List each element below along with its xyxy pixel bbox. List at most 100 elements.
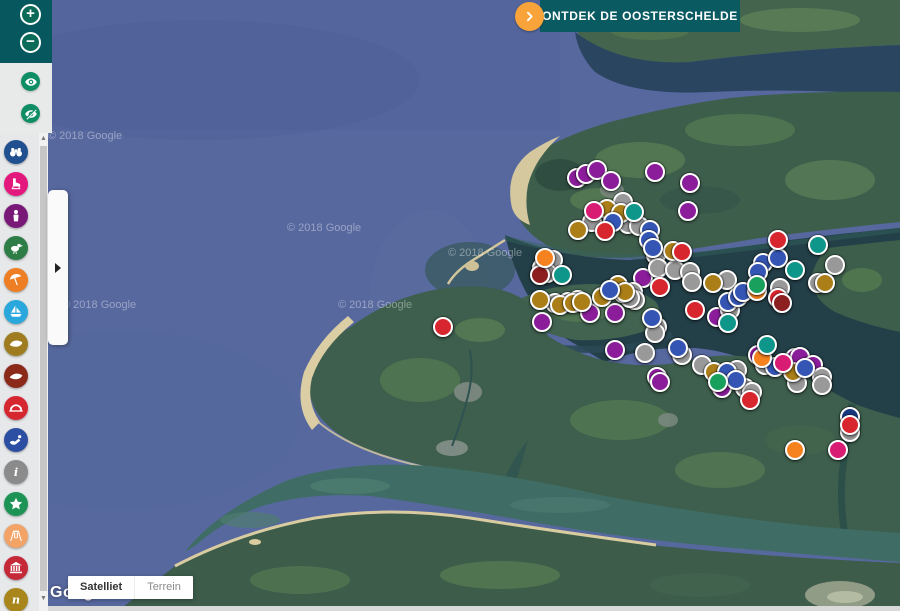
star-icon	[8, 496, 24, 512]
sidebar-item-information[interactable]: i	[4, 460, 28, 484]
map-marker-purple[interactable]	[650, 372, 670, 392]
map-marker-blue[interactable]	[726, 370, 746, 390]
drawer-toggle-tab[interactable]	[48, 190, 68, 345]
map-marker-magenta[interactable]	[828, 440, 848, 460]
map-marker-teal[interactable]	[718, 313, 738, 333]
mussel-icon	[8, 336, 24, 352]
map-marker-gold[interactable]	[815, 273, 835, 293]
diver-icon	[8, 432, 24, 448]
map-marker-red[interactable]	[433, 317, 453, 337]
map-marker-red[interactable]	[672, 242, 692, 262]
map-type-satelliet[interactable]: Satelliet	[68, 576, 134, 599]
map-marker-gold[interactable]	[530, 290, 550, 310]
layer-visibility-panel	[0, 63, 52, 133]
triangle-right-icon	[55, 263, 61, 273]
sidebar-item-oysters[interactable]	[4, 364, 28, 388]
map-marker-red[interactable]	[768, 230, 788, 250]
zoom-in-button[interactable]: +	[20, 4, 41, 25]
map-marker-purple[interactable]	[532, 312, 552, 332]
sidebar-item-viewpoints[interactable]	[4, 140, 28, 164]
map-marker-blue[interactable]	[795, 358, 815, 378]
sidebar-scrollbar[interactable]: ▲ ▼	[39, 133, 48, 611]
map-marker-gold[interactable]	[572, 292, 592, 312]
show-all-layers-button[interactable]	[21, 72, 40, 91]
map-marker-red[interactable]	[650, 277, 670, 297]
sidebar-scrollbar-thumb[interactable]	[40, 146, 47, 591]
svg-text:i: i	[14, 465, 18, 479]
info-icon: i	[8, 464, 24, 480]
map-marker-blue[interactable]	[668, 338, 688, 358]
map-type-control: SatellietTerrein	[68, 576, 193, 599]
sidebar-item-mussels[interactable]	[4, 332, 28, 356]
map-marker-teal[interactable]	[552, 265, 572, 285]
map-marker-purple[interactable]	[605, 340, 625, 360]
binoculars-icon	[8, 144, 24, 160]
map-marker-gold[interactable]	[568, 220, 588, 240]
horizontal-scrollbar[interactable]	[48, 606, 900, 611]
sailboat-icon	[8, 304, 24, 320]
map-marker-blue[interactable]	[768, 248, 788, 268]
map-marker-orange[interactable]	[785, 440, 805, 460]
app-window: © 2018 Google© 2018 Google© 2018 Google©…	[0, 0, 900, 611]
bird-icon	[8, 240, 24, 256]
map-marker-gray[interactable]	[682, 272, 702, 292]
map-marker-gray[interactable]	[812, 375, 832, 395]
map-marker-purple[interactable]	[605, 303, 625, 323]
map-marker-teal[interactable]	[757, 335, 777, 355]
map-marker-green[interactable]	[747, 275, 767, 295]
map-marker-blue[interactable]	[600, 280, 620, 300]
map-marker-magenta[interactable]	[773, 353, 793, 373]
map-marker-red[interactable]	[840, 415, 860, 435]
oyster-icon	[8, 368, 24, 384]
scroll-up-arrow-icon[interactable]: ▲	[39, 133, 48, 145]
sidebar-item-museums[interactable]	[4, 556, 28, 580]
map-marker-blue[interactable]	[642, 308, 662, 328]
sidebar-item-skating[interactable]	[4, 172, 28, 196]
map-marker-darkred[interactable]	[772, 293, 792, 313]
map-marker-purple[interactable]	[680, 173, 700, 193]
banner-label: ONTDEK DE OOSTERSCHELDE	[542, 9, 738, 23]
ice-skate-icon	[8, 176, 24, 192]
map-marker-purple[interactable]	[678, 201, 698, 221]
sidebar-item-diving[interactable]	[4, 428, 28, 452]
map-marker-blue[interactable]	[643, 238, 663, 258]
discover-banner-button[interactable]: ONTDEK DE OOSTERSCHELDE	[540, 0, 740, 32]
sidebar-item-beaches[interactable]	[4, 268, 28, 292]
map-canvas[interactable]	[0, 0, 900, 611]
museum-icon	[8, 560, 24, 576]
n-logo-icon: n	[8, 592, 24, 608]
chevron-right-icon	[515, 2, 544, 31]
map-marker-magenta[interactable]	[584, 201, 604, 221]
zoom-out-button[interactable]: −	[20, 32, 41, 53]
map-marker-gray[interactable]	[825, 255, 845, 275]
scroll-down-arrow-icon[interactable]: ▼	[39, 593, 48, 605]
map-marker-teal[interactable]	[785, 260, 805, 280]
sidebar-item-sailing[interactable]	[4, 300, 28, 324]
map-marker-green[interactable]	[708, 372, 728, 392]
sidebar-item-playgrounds[interactable]	[4, 524, 28, 548]
sidebar-item-bridges[interactable]	[4, 396, 28, 420]
map-marker-red[interactable]	[685, 300, 705, 320]
zoom-control: + −	[0, 0, 52, 63]
sidebar-item-nature-org[interactable]: n	[4, 588, 28, 611]
hide-all-layers-button[interactable]	[21, 104, 40, 123]
map-marker-purple[interactable]	[601, 171, 621, 191]
bridge-icon	[8, 400, 24, 416]
map-marker-gray[interactable]	[635, 343, 655, 363]
category-sidebar: i n ▲ ▼	[0, 133, 48, 611]
map-marker-red[interactable]	[740, 390, 760, 410]
map-marker-gold[interactable]	[703, 273, 723, 293]
map-marker-red[interactable]	[595, 221, 615, 241]
sidebar-item-birdwatching[interactable]	[4, 236, 28, 260]
map-marker-teal[interactable]	[624, 202, 644, 222]
eye-off-icon	[24, 107, 38, 121]
map-type-terrein[interactable]: Terrein	[134, 576, 193, 599]
map-marker-orange[interactable]	[535, 248, 555, 268]
map-marker-purple[interactable]	[645, 162, 665, 182]
map-marker-darkred[interactable]	[530, 265, 550, 285]
map-marker-teal[interactable]	[808, 235, 828, 255]
sidebar-item-highlights[interactable]	[4, 492, 28, 516]
eye-icon	[24, 75, 38, 89]
svg-text:n: n	[12, 593, 20, 607]
sidebar-item-persons[interactable]	[4, 204, 28, 228]
